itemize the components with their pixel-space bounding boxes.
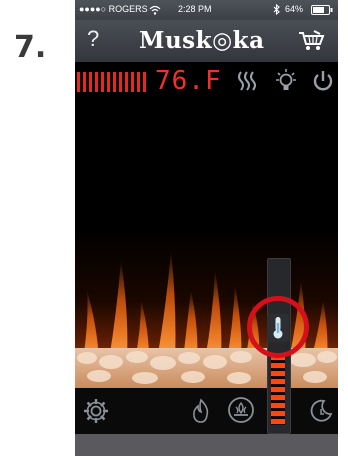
heat-waves-icon[interactable]: [235, 68, 259, 94]
top-navigation-bar: ? Musk◎ka: [75, 20, 338, 62]
heat-level-slider-fill: [271, 355, 285, 425]
light-bulb-icon[interactable]: [273, 68, 299, 94]
carrier-label: ●●●●○ ROGERS: [79, 4, 148, 14]
temperature-controls: 76.F: [75, 64, 338, 100]
heat-bars-icon[interactable]: [77, 72, 149, 92]
step-number-label: 7.: [14, 30, 47, 65]
flame-icon[interactable]: [189, 398, 213, 424]
status-bar: ●●●●○ ROGERS 2:28 PM 64%: [75, 0, 338, 20]
ember-bed-icon[interactable]: [227, 396, 255, 424]
ember-bed: [75, 348, 338, 388]
clock-time: 2:28 PM: [178, 4, 212, 14]
wifi-icon: [149, 5, 161, 15]
temperature-readout: 76.F: [155, 66, 222, 96]
bluetooth-icon: [273, 4, 280, 15]
power-icon[interactable]: [311, 68, 335, 94]
bottom-strip: [75, 434, 338, 456]
battery-percentage: 64%: [285, 4, 304, 14]
battery-icon: [311, 5, 333, 15]
cart-icon[interactable]: [297, 30, 325, 52]
help-button[interactable]: ?: [87, 26, 99, 52]
brand-logo: Musk◎ka: [139, 27, 265, 54]
settings-gear-icon[interactable]: [83, 398, 109, 424]
phone-screen: ●●●●○ ROGERS 2:28 PM 64% ? Musk◎ka 76.F: [75, 0, 338, 456]
highlight-circle: [247, 296, 309, 358]
timer-moon-icon[interactable]: [309, 398, 333, 424]
glass-ember-graphic: [77, 351, 337, 384]
